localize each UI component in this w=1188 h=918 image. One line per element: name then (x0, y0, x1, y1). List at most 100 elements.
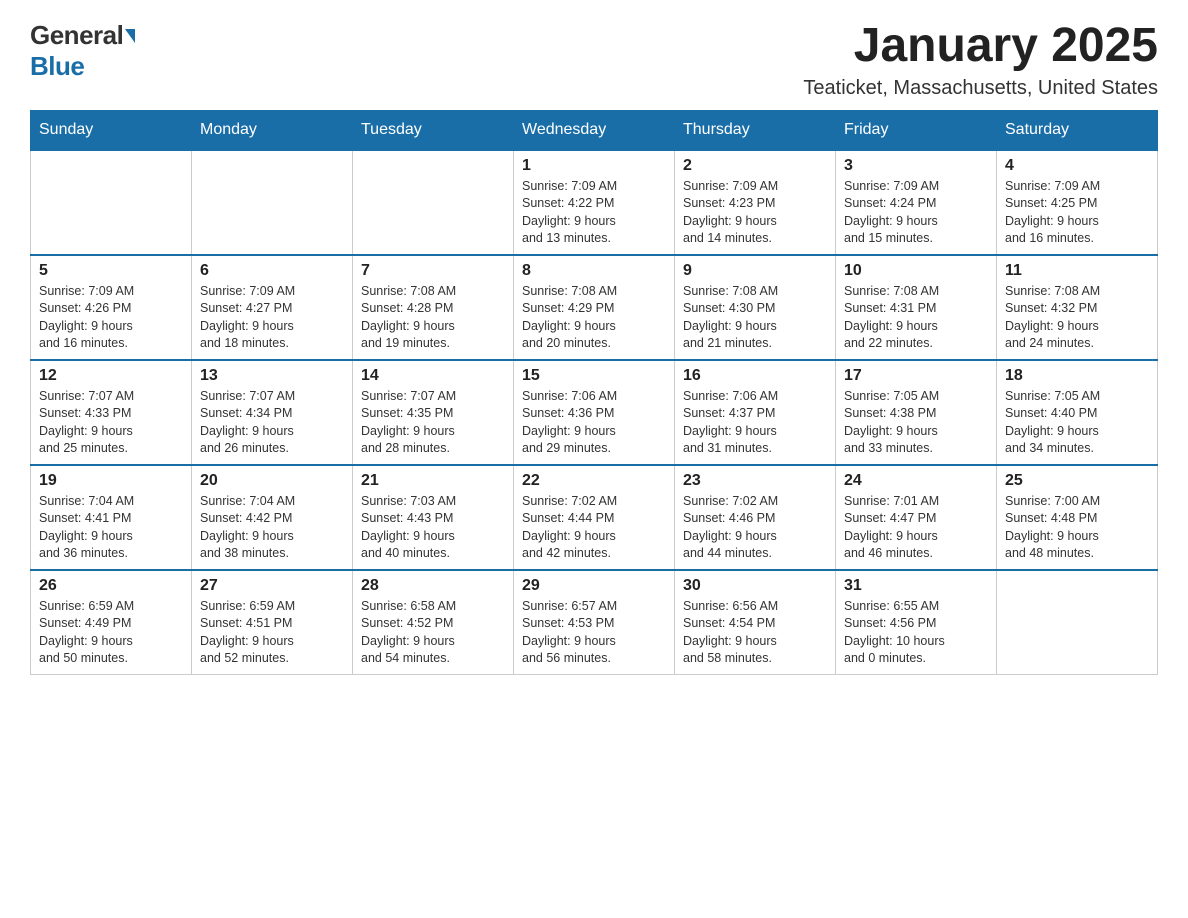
day-info: Sunrise: 6:56 AM Sunset: 4:54 PM Dayligh… (683, 598, 827, 668)
day-info: Sunrise: 7:09 AM Sunset: 4:26 PM Dayligh… (39, 283, 183, 353)
day-number: 18 (1005, 367, 1149, 385)
day-info: Sunrise: 6:58 AM Sunset: 4:52 PM Dayligh… (361, 598, 505, 668)
calendar-cell: 3 Sunrise: 7:09 AM Sunset: 4:24 PM Daylig… (836, 150, 997, 255)
calendar-cell: 29 Sunrise: 6:57 AM Sunset: 4:53 PM Dayli… (514, 570, 675, 675)
day-info: Sunrise: 6:59 AM Sunset: 4:51 PM Dayligh… (200, 598, 344, 668)
day-info: Sunrise: 7:04 AM Sunset: 4:41 PM Dayligh… (39, 493, 183, 563)
calendar-cell: 31 Sunrise: 6:55 AM Sunset: 4:56 PM Dayli… (836, 570, 997, 675)
calendar-cell: 8 Sunrise: 7:08 AM Sunset: 4:29 PM Daylig… (514, 255, 675, 360)
day-number: 17 (844, 367, 988, 385)
calendar-cell: 18Sunrise: 7:05 AM Sunset: 4:40 PM Dayli… (997, 360, 1158, 465)
day-number: 24 (844, 472, 988, 490)
calendar-cell: 15Sunrise: 7:06 AM Sunset: 4:36 PM Dayli… (514, 360, 675, 465)
calendar-cell (31, 150, 192, 255)
day-number: 22 (522, 472, 666, 490)
location-title: Teaticket, Massachusetts, United States (803, 77, 1158, 100)
day-number: 9 (683, 262, 827, 280)
day-info: Sunrise: 7:08 AM Sunset: 4:31 PM Dayligh… (844, 283, 988, 353)
day-info: Sunrise: 7:09 AM Sunset: 4:24 PM Dayligh… (844, 178, 988, 248)
day-number: 2 (683, 157, 827, 175)
calendar-cell: 1 Sunrise: 7:09 AM Sunset: 4:22 PM Daylig… (514, 150, 675, 255)
day-number: 7 (361, 262, 505, 280)
day-number: 13 (200, 367, 344, 385)
weekday-header-saturday: Saturday (997, 110, 1158, 150)
calendar-cell: 28Sunrise: 6:58 AM Sunset: 4:52 PM Dayli… (353, 570, 514, 675)
day-number: 23 (683, 472, 827, 490)
day-info: Sunrise: 6:55 AM Sunset: 4:56 PM Dayligh… (844, 598, 988, 668)
day-number: 11 (1005, 262, 1149, 280)
day-number: 20 (200, 472, 344, 490)
day-number: 8 (522, 262, 666, 280)
calendar-cell: 16 Sunrise: 7:06 AM Sunset: 4:37 PM Dayli… (675, 360, 836, 465)
day-number: 10 (844, 262, 988, 280)
calendar-cell: 10 Sunrise: 7:08 AM Sunset: 4:31 PM Dayli… (836, 255, 997, 360)
calendar-cell: 5 Sunrise: 7:09 AM Sunset: 4:26 PM Daylig… (31, 255, 192, 360)
calendar-cell: 19Sunrise: 7:04 AM Sunset: 4:41 PM Dayli… (31, 465, 192, 570)
day-info: Sunrise: 7:01 AM Sunset: 4:47 PM Dayligh… (844, 493, 988, 563)
calendar-cell: 26 Sunrise: 6:59 AM Sunset: 4:49 PM Dayli… (31, 570, 192, 675)
weekday-header-monday: Monday (192, 110, 353, 150)
page-header: General Blue January 2025 Teaticket, Mas… (30, 20, 1158, 100)
calendar-cell: 6Sunrise: 7:09 AM Sunset: 4:27 PM Daylig… (192, 255, 353, 360)
day-number: 1 (522, 157, 666, 175)
day-info: Sunrise: 6:59 AM Sunset: 4:49 PM Dayligh… (39, 598, 183, 668)
calendar-cell: 13 Sunrise: 7:07 AM Sunset: 4:34 PM Dayli… (192, 360, 353, 465)
calendar-cell: 25Sunrise: 7:00 AM Sunset: 4:48 PM Dayli… (997, 465, 1158, 570)
day-info: Sunrise: 7:09 AM Sunset: 4:25 PM Dayligh… (1005, 178, 1149, 248)
calendar-cell: 12 Sunrise: 7:07 AM Sunset: 4:33 PM Dayli… (31, 360, 192, 465)
calendar-cell (192, 150, 353, 255)
day-info: Sunrise: 7:02 AM Sunset: 4:44 PM Dayligh… (522, 493, 666, 563)
day-number: 31 (844, 577, 988, 595)
day-number: 21 (361, 472, 505, 490)
day-number: 29 (522, 577, 666, 595)
calendar-cell: 24 Sunrise: 7:01 AM Sunset: 4:47 PM Dayli… (836, 465, 997, 570)
day-number: 25 (1005, 472, 1149, 490)
calendar-cell: 23 Sunrise: 7:02 AM Sunset: 4:46 PM Dayli… (675, 465, 836, 570)
day-info: Sunrise: 7:09 AM Sunset: 4:23 PM Dayligh… (683, 178, 827, 248)
day-number: 3 (844, 157, 988, 175)
weekday-header-row: SundayMondayTuesdayWednesdayThursdayFrid… (31, 110, 1158, 150)
month-title: January 2025 (803, 20, 1158, 73)
week-row-3: 12 Sunrise: 7:07 AM Sunset: 4:33 PM Dayli… (31, 360, 1158, 465)
calendar-cell: 14Sunrise: 7:07 AM Sunset: 4:35 PM Dayli… (353, 360, 514, 465)
day-info: Sunrise: 7:02 AM Sunset: 4:46 PM Dayligh… (683, 493, 827, 563)
day-number: 12 (39, 367, 183, 385)
day-info: Sunrise: 7:09 AM Sunset: 4:22 PM Dayligh… (522, 178, 666, 248)
weekday-header-sunday: Sunday (31, 110, 192, 150)
day-number: 27 (200, 577, 344, 595)
day-info: Sunrise: 7:05 AM Sunset: 4:38 PM Dayligh… (844, 388, 988, 458)
calendar-cell: 17 Sunrise: 7:05 AM Sunset: 4:38 PM Dayli… (836, 360, 997, 465)
calendar-cell: 27 Sunrise: 6:59 AM Sunset: 4:51 PM Dayli… (192, 570, 353, 675)
day-info: Sunrise: 7:08 AM Sunset: 4:29 PM Dayligh… (522, 283, 666, 353)
week-row-4: 19Sunrise: 7:04 AM Sunset: 4:41 PM Dayli… (31, 465, 1158, 570)
logo-arrow-icon (125, 29, 135, 43)
calendar-cell: 30 Sunrise: 6:56 AM Sunset: 4:54 PM Dayli… (675, 570, 836, 675)
logo: General Blue (30, 20, 135, 82)
day-info: Sunrise: 7:04 AM Sunset: 4:42 PM Dayligh… (200, 493, 344, 563)
day-number: 6 (200, 262, 344, 280)
day-info: Sunrise: 6:57 AM Sunset: 4:53 PM Dayligh… (522, 598, 666, 668)
week-row-5: 26 Sunrise: 6:59 AM Sunset: 4:49 PM Dayli… (31, 570, 1158, 675)
logo-blue-text: Blue (30, 51, 84, 82)
day-info: Sunrise: 7:07 AM Sunset: 4:34 PM Dayligh… (200, 388, 344, 458)
calendar-cell: 7 Sunrise: 7:08 AM Sunset: 4:28 PM Daylig… (353, 255, 514, 360)
day-number: 30 (683, 577, 827, 595)
week-row-2: 5 Sunrise: 7:09 AM Sunset: 4:26 PM Daylig… (31, 255, 1158, 360)
calendar-cell: 9Sunrise: 7:08 AM Sunset: 4:30 PM Daylig… (675, 255, 836, 360)
day-number: 14 (361, 367, 505, 385)
day-info: Sunrise: 7:08 AM Sunset: 4:32 PM Dayligh… (1005, 283, 1149, 353)
title-area: January 2025 Teaticket, Massachusetts, U… (803, 20, 1158, 100)
day-number: 15 (522, 367, 666, 385)
calendar-table: SundayMondayTuesdayWednesdayThursdayFrid… (30, 110, 1158, 675)
day-number: 16 (683, 367, 827, 385)
day-info: Sunrise: 7:07 AM Sunset: 4:33 PM Dayligh… (39, 388, 183, 458)
week-row-1: 1 Sunrise: 7:09 AM Sunset: 4:22 PM Daylig… (31, 150, 1158, 255)
day-info: Sunrise: 7:06 AM Sunset: 4:37 PM Dayligh… (683, 388, 827, 458)
day-info: Sunrise: 7:08 AM Sunset: 4:28 PM Dayligh… (361, 283, 505, 353)
calendar-cell: 22 Sunrise: 7:02 AM Sunset: 4:44 PM Dayli… (514, 465, 675, 570)
day-number: 4 (1005, 157, 1149, 175)
day-number: 26 (39, 577, 183, 595)
calendar-cell: 4 Sunrise: 7:09 AM Sunset: 4:25 PM Daylig… (997, 150, 1158, 255)
calendar-cell: 20 Sunrise: 7:04 AM Sunset: 4:42 PM Dayli… (192, 465, 353, 570)
day-number: 5 (39, 262, 183, 280)
